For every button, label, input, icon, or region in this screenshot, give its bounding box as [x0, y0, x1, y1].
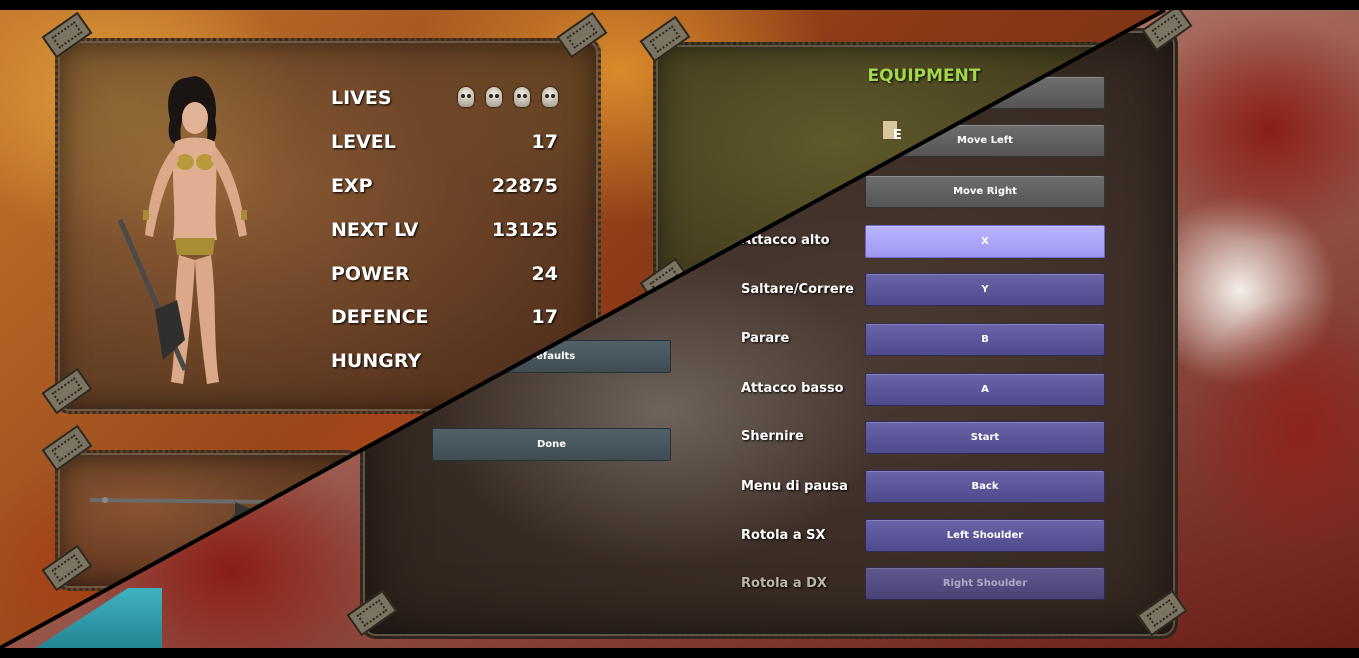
control-label-saltare-correre: Saltare/Correre — [741, 282, 854, 297]
equipment-title: EQUIPMENT — [867, 66, 981, 86]
binding-button-rotola-sx[interactable]: Left Shoulder — [865, 519, 1105, 552]
control-label-rotola-dx: Rotola a DX — [741, 576, 827, 591]
stat-label-lives: LIVES — [331, 87, 392, 109]
top-letterbox — [0, 0, 1359, 10]
stat-label-level: LEVEL — [331, 131, 396, 153]
skull-icon — [486, 87, 502, 107]
binding-label: A — [981, 384, 989, 395]
binding-button-attacco-basso[interactable]: A — [865, 373, 1105, 406]
control-label-menu-di-pausa: Menu di pausa — [741, 479, 848, 494]
done-button-label: Done — [536, 439, 567, 450]
stat-value-next-lv: 13125 — [491, 219, 558, 241]
binding-label: Back — [971, 481, 999, 492]
binding-label: Y — [981, 284, 989, 295]
done-button[interactable]: Done — [432, 428, 671, 461]
skull-icon — [458, 87, 474, 107]
binding-label: Move Right — [953, 186, 1017, 197]
stat-value-level: 17 — [531, 131, 558, 153]
binding-button-rotola-dx[interactable]: Right Shoulder — [865, 567, 1105, 600]
stat-label-power: POWER — [331, 263, 410, 285]
skull-icon — [514, 87, 530, 107]
binding-label: X — [981, 236, 989, 247]
binding-button-move-right[interactable]: Move Right — [865, 175, 1105, 208]
stat-value-exp: 22875 — [491, 175, 558, 197]
skull-icon — [542, 87, 558, 107]
control-label-attacco-alto: Attacco alto — [741, 233, 830, 248]
control-label-attacco-basso: Attacco basso — [741, 381, 844, 396]
stat-label-exp: EXP — [331, 175, 373, 197]
binding-button-menu-di-pausa[interactable]: Back — [865, 470, 1105, 503]
stat-label-hungry: HUNGRY — [331, 350, 422, 372]
binding-button-parare[interactable]: B — [865, 323, 1105, 356]
control-label-rotola-sx: Rotola a SX — [741, 528, 826, 543]
control-label-parare: Parare — [741, 331, 790, 346]
stat-value-defence: 17 — [531, 306, 558, 328]
binding-label: Right Shoulder — [942, 578, 1028, 589]
binding-button-saltare-correre[interactable]: Y — [865, 273, 1105, 306]
equipment-slot-letter: E — [893, 128, 902, 143]
warrior-character-portrait — [117, 76, 247, 384]
control-label-shernire: Shernire — [741, 429, 804, 444]
binding-button-attacco-alto[interactable]: X — [865, 225, 1105, 258]
binding-label: Start — [970, 432, 1000, 443]
stat-label-next-lv: NEXT LV — [331, 219, 419, 241]
binding-button-shernire[interactable]: Start — [865, 421, 1105, 454]
stat-label-defence: DEFENCE — [331, 306, 429, 328]
binding-label: Left Shoulder — [946, 530, 1024, 541]
stat-value-power: 24 — [531, 263, 558, 285]
binding-label: Move Left — [957, 135, 1013, 146]
binding-label: B — [981, 334, 989, 345]
